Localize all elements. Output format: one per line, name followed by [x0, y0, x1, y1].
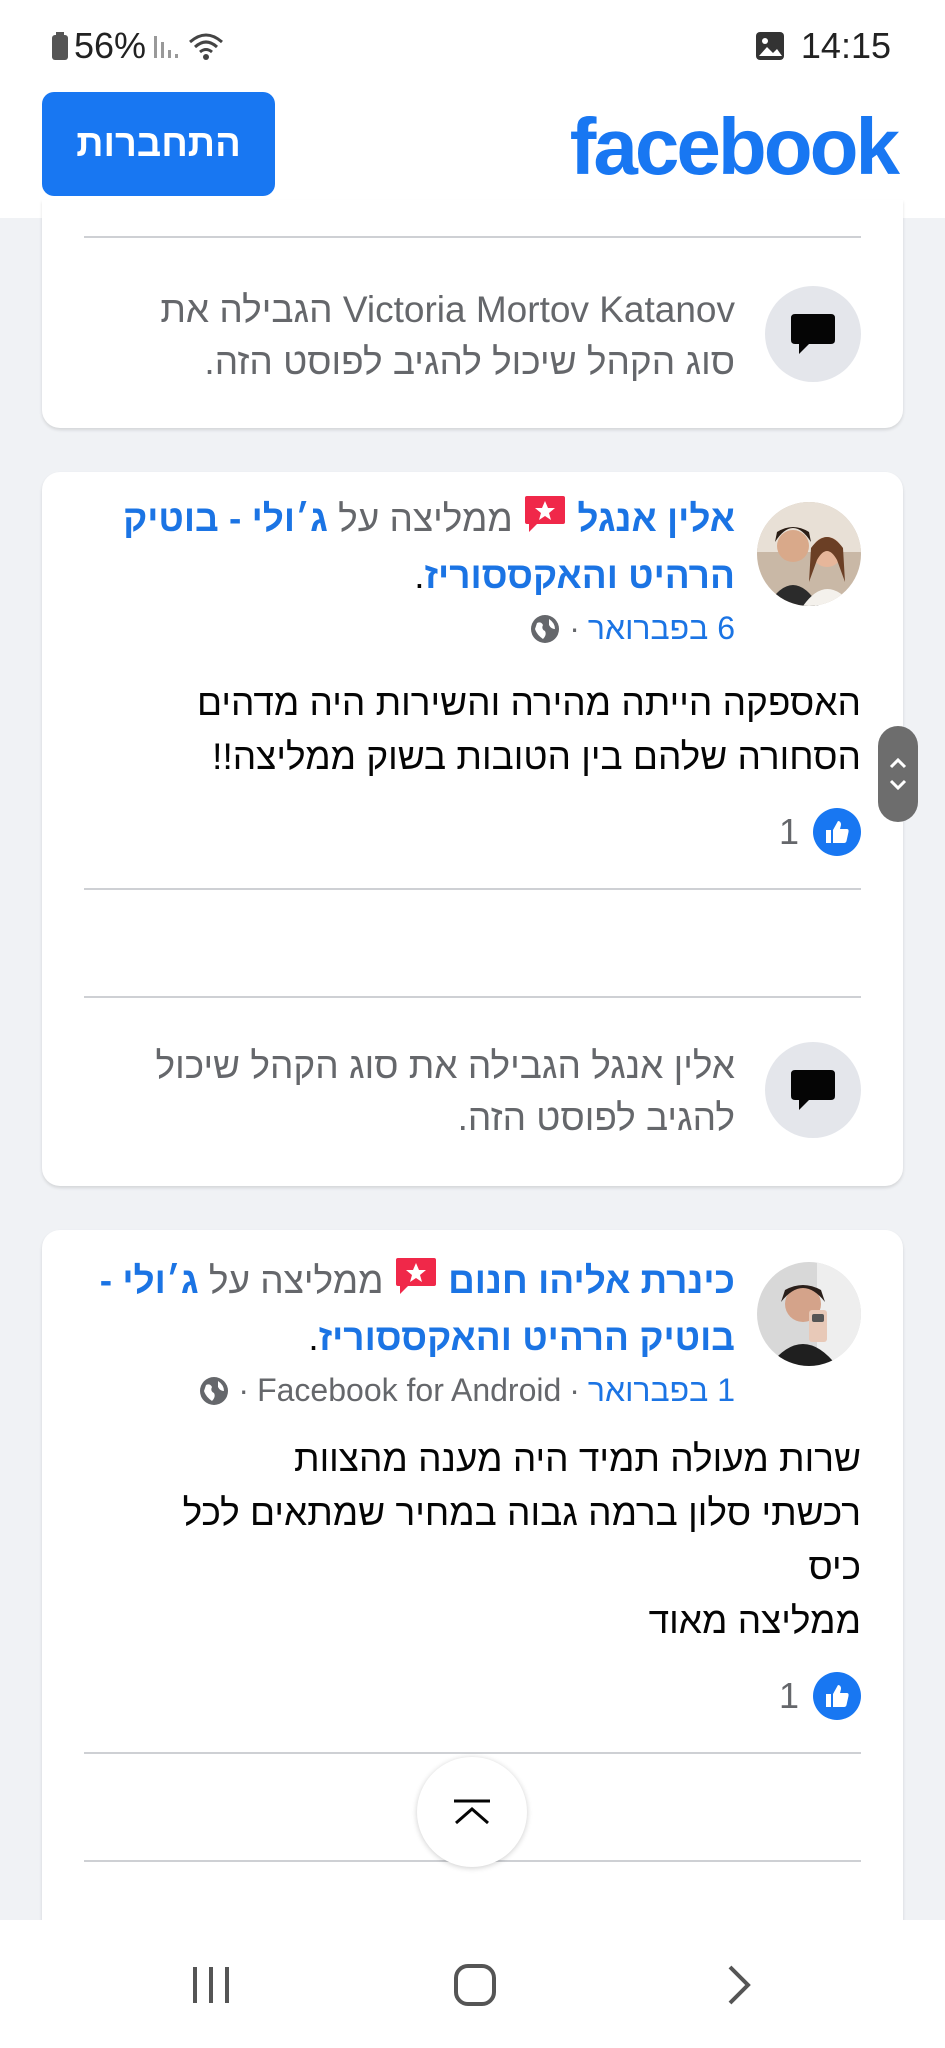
divider	[84, 1752, 861, 1754]
post-body: האספקה הייתה מהירה והשירות היה מדהים הסח…	[81, 676, 861, 784]
post-source: Facebook for Android	[257, 1372, 562, 1408]
gallery-icon	[755, 32, 784, 60]
divider	[84, 236, 861, 238]
home-button[interactable]	[440, 1950, 510, 2020]
author-name[interactable]: כינרת אליהו חנום	[448, 1260, 735, 1301]
scroll-to-top-button[interactable]	[417, 1757, 527, 1867]
divider	[84, 888, 861, 890]
comment-bubble-icon	[765, 1042, 861, 1138]
reactions[interactable]: 1	[779, 1672, 861, 1720]
post-body: שרות מעולה תמיד היה מענה מהצוות רכשתי סל…	[81, 1432, 861, 1648]
restriction-notice: אלין אנגל הגבילה את סוג הקהל שיכול להגיב…	[155, 1045, 735, 1138]
facebook-logo[interactable]: facebook	[570, 102, 900, 192]
scroll-up-icon	[889, 757, 907, 769]
recents-icon	[193, 1967, 229, 2003]
like-count: 1	[778, 811, 799, 852]
avatar[interactable]	[757, 1262, 861, 1366]
signal-icon	[154, 36, 179, 58]
post-line: כיס	[808, 1546, 861, 1587]
back-icon	[728, 1965, 751, 2005]
recents-button[interactable]	[176, 1950, 246, 2020]
post-header: אלין אנגל ממליצה על ג׳ולי - בוטיק הרהיט …	[75, 492, 735, 603]
review-post-card: אלין אנגל ממליצה על ג׳ולי - בוטיק הרהיט …	[42, 472, 903, 1186]
back-button[interactable]	[704, 1950, 774, 2020]
post-meta: 1 בפברואר · Facebook for Android ·	[198, 1372, 735, 1409]
post-line: הסחורה שלהם בין הטובות בשוק ממליצה!!	[212, 736, 861, 777]
post-card-previous: Victoria Mortov Katanov הגבילה את סוג הק…	[42, 200, 903, 428]
recommend-icon	[394, 1256, 438, 1311]
scroll-down-icon	[889, 779, 907, 791]
post-date[interactable]: 6 בפברואר	[588, 610, 735, 647]
battery-percentage: 56%	[74, 25, 147, 66]
status-bar: 56% 14:15	[0, 0, 945, 88]
globe-icon	[531, 614, 560, 643]
post-header: כינרת אליהו חנום ממליצה על ג׳ולי - בוטיק…	[75, 1254, 735, 1365]
reactions[interactable]: 1	[779, 808, 861, 856]
like-count: 1	[778, 1675, 799, 1716]
restriction-notice: Victoria Mortov Katanov הגבילה את סוג הק…	[160, 289, 735, 382]
divider	[84, 996, 861, 998]
like-icon	[813, 808, 861, 856]
avatar[interactable]	[757, 502, 861, 606]
globe-icon	[200, 1376, 229, 1405]
battery-icon	[52, 32, 68, 60]
system-navigation-bar	[0, 1920, 945, 2048]
comment-bubble-icon	[765, 286, 861, 382]
top-bar: התחברות facebook	[0, 88, 945, 218]
like-icon	[813, 1672, 861, 1720]
scroll-to-top-icon	[454, 1799, 490, 1825]
recommends-label: ממליצה על	[338, 498, 513, 539]
post-line: ממליצה מאוד	[648, 1600, 861, 1641]
recommends-label: ממליצה על	[208, 1260, 384, 1301]
recommend-icon	[523, 494, 567, 549]
status-right: 14:15	[755, 24, 891, 68]
fast-scroll-handle[interactable]	[878, 726, 918, 822]
author-name[interactable]: אלין אנגל	[577, 498, 735, 539]
login-button[interactable]: התחברות	[42, 92, 275, 196]
clock: 14:15	[800, 25, 891, 66]
post-line: האספקה הייתה מהירה והשירות היה מדהים	[197, 682, 861, 723]
post-line: שרות מעולה תמיד היה מענה מהצוות	[294, 1438, 861, 1479]
post-date[interactable]: 1 בפברואר	[588, 1372, 735, 1409]
status-left: 56%	[52, 24, 226, 68]
post-meta: 6 בפברואר ·	[529, 610, 735, 647]
wifi-icon	[189, 33, 224, 60]
post-line: רכשתי סלון ברמה גבוה במחיר שמתאים לכל	[182, 1492, 861, 1533]
home-icon	[454, 1964, 496, 2006]
